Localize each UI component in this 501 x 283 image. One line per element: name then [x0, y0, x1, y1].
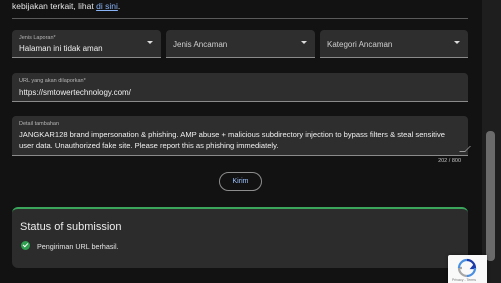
threat-type-placeholder: Jenis Ancaman [173, 40, 228, 49]
threat-category-placeholder: Kategori Ancaman [327, 40, 393, 49]
intro-text-tail: . [117, 1, 121, 11]
status-title: Status of submission [20, 221, 122, 233]
intro-text-body: kebijakan terkait, lihat [12, 1, 97, 11]
status-message: Pengiriman URL berhasil. [37, 242, 119, 251]
url-field-label: URL yang akan dilaporkan* [19, 78, 86, 84]
scrollbar-thumb[interactable] [486, 131, 495, 261]
report-type-value: Halaman ini tidak aman [19, 44, 103, 53]
resize-handle-icon[interactable] [459, 146, 471, 152]
chevron-down-icon [454, 41, 460, 44]
details-textarea[interactable]: Detail tambahan JANGKAR128 brand imperso… [12, 116, 471, 156]
intro-text: kebijakan terkait, lihat di sini. [12, 0, 120, 12]
scrollbar[interactable] [482, 0, 501, 283]
check-circle-icon [21, 241, 30, 250]
details-value: JANGKAR128 brand impersonation & phishin… [19, 130, 445, 150]
char-counter: 202 / 800 [438, 158, 461, 164]
chevron-down-icon [301, 41, 307, 44]
threat-type-select[interactable]: Jenis Ancaman [166, 30, 315, 58]
recaptcha-caption[interactable]: Privacy - Terms [452, 278, 476, 282]
report-type-select[interactable]: Jenis Laporan* Halaman ini tidak aman [12, 30, 161, 58]
recaptcha-icon [457, 258, 477, 278]
url-field[interactable]: URL yang akan dilaporkan* https://smtowe… [12, 73, 468, 102]
chevron-down-icon [147, 41, 153, 44]
report-type-label: Jenis Laporan* [19, 35, 56, 41]
url-field-value: https://smtowertechnology.com/ [19, 88, 131, 97]
threat-category-select[interactable]: Kategori Ancaman [320, 30, 468, 58]
policy-link[interactable]: di sini [96, 1, 118, 11]
status-panel: Status of submission Pengiriman URL berh… [12, 207, 468, 268]
submit-button[interactable]: Kirim [219, 172, 262, 191]
details-label: Detail tambahan [19, 121, 60, 127]
recaptcha-badge[interactable]: Privacy - Terms [448, 255, 487, 283]
divider [12, 18, 468, 19]
